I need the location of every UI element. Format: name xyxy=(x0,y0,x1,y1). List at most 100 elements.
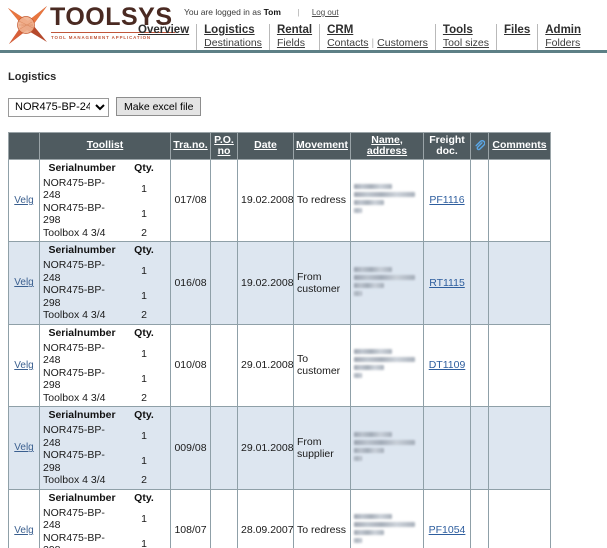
toollist-header-serial: Serialnumber xyxy=(48,161,116,174)
cell-tra-no: 108/07 xyxy=(170,488,211,548)
toollist-item-qty: 1 xyxy=(141,265,147,278)
redacted-line xyxy=(354,455,362,461)
nav-item-fields[interactable]: Fields xyxy=(277,37,305,50)
table-row: Velg Serialnumber Qty. NOR475-BP-248 1 NOR475… xyxy=(8,158,551,242)
toollist-item-qty: 1 xyxy=(141,512,147,525)
table-row: Velg Serialnumber Qty. NOR475-BP-248 1 NOR475… xyxy=(8,241,551,325)
nav-group-rental[interactable]: Rental Fields xyxy=(268,24,319,50)
cell-po-no xyxy=(210,488,238,548)
nav-item-files[interactable]: Files xyxy=(504,24,530,37)
toollist-item-row: Toolbox 4 3/4 2 xyxy=(43,227,167,240)
cell-po-no xyxy=(210,323,238,407)
toollist-header-row: Serialnumber Qty. xyxy=(43,327,167,342)
redacted-line xyxy=(354,266,393,272)
redacted-line xyxy=(354,522,415,528)
cell-toollist: Serialnumber Qty. NOR475-BP-248 1 NOR475-BP-… xyxy=(39,323,171,407)
cell-toollist: Serialnumber Qty. NOR475-BP-248 1 NOR475-BP-… xyxy=(39,406,171,490)
nav-item-rental[interactable]: Rental xyxy=(277,24,312,37)
select-row-link[interactable]: Velg xyxy=(14,195,33,206)
select-row-link[interactable]: Velg xyxy=(14,525,33,536)
nav-item-logistics[interactable]: Logistics xyxy=(204,24,254,37)
cell-name-address xyxy=(350,241,424,325)
cell-name-address xyxy=(350,323,424,407)
session-divider: | xyxy=(297,7,300,17)
toollist-header-row: Serialnumber Qty. xyxy=(43,244,167,259)
cell-date: 19.02.2008 xyxy=(237,241,294,325)
toollist-item-serial: NOR475-BP-248 xyxy=(43,506,105,532)
nav-group-files[interactable]: Files xyxy=(496,24,537,50)
col-header-movement-label[interactable]: Movement xyxy=(296,139,348,151)
toollist-item-serial: Toolbox 4 3/4 xyxy=(43,309,106,321)
nav-group-overview[interactable]: Overview xyxy=(136,24,196,50)
col-header-tra-no: Tra.no. xyxy=(170,131,211,160)
table-row: Velg Serialnumber Qty. NOR475-BP-248 1 NOR475… xyxy=(8,406,551,490)
nav-item-overview[interactable]: Overview xyxy=(138,24,189,37)
nav-item-admin[interactable]: Admin xyxy=(545,24,581,37)
toollist-item-serial: NOR475-BP-248 xyxy=(43,259,105,284)
freight-doc-link[interactable]: RT1115 xyxy=(429,277,465,289)
redacted-line xyxy=(354,447,385,453)
toollist-item-serial: NOR475-BP-298 xyxy=(43,449,105,474)
select-row-link[interactable]: Velg xyxy=(14,442,33,453)
toollist-item-serial: NOR475-BP-248 xyxy=(43,176,105,202)
cell-tra-no: 010/08 xyxy=(170,323,211,407)
make-excel-file-button[interactable]: Make excel file xyxy=(116,97,202,117)
col-header-date-label[interactable]: Date xyxy=(254,139,277,151)
redacted-line xyxy=(354,200,385,206)
toollist-item-row: NOR475-BP-298 1 xyxy=(43,202,167,227)
nav-item-crm[interactable]: CRM xyxy=(327,24,353,37)
cell-attachment xyxy=(470,323,489,407)
toollist-item-qty: 1 xyxy=(141,455,147,468)
toollist-item-serial: NOR475-BP-248 xyxy=(43,424,105,449)
nav-item-contacts[interactable]: Contacts xyxy=(327,37,368,50)
nav-group-logistics[interactable]: Logistics Destinations xyxy=(196,24,269,50)
col-header-po-no: P.O. no xyxy=(210,131,238,160)
toollist-header-qty: Qty. xyxy=(134,326,154,339)
nav-item-tools[interactable]: Tools xyxy=(443,24,473,37)
toollist-item-serial: Toolbox 4 3/4 xyxy=(43,474,106,486)
nav-group-tools[interactable]: Tools Tool sizes xyxy=(434,24,496,50)
col-header-po-no-label[interactable]: P.O. no xyxy=(214,134,234,157)
current-user: Tom xyxy=(263,7,281,17)
col-header-name-address-label[interactable]: Name, address xyxy=(367,134,407,157)
logout-link[interactable]: Log out xyxy=(312,8,339,17)
redacted-line xyxy=(354,357,415,363)
nav-sub-rental: Fields xyxy=(277,37,305,50)
nav-group-admin[interactable]: Admin Folders xyxy=(537,24,588,50)
cell-attachment xyxy=(470,241,489,325)
nav-group-crm[interactable]: CRM Contacts | Customers xyxy=(319,24,435,50)
col-header-tra-no-label[interactable]: Tra.no. xyxy=(173,139,207,151)
redacted-line xyxy=(354,192,415,198)
redacted-address xyxy=(354,184,420,214)
select-row-link[interactable]: Velg xyxy=(14,360,33,371)
col-header-toollist: Toollist xyxy=(39,131,171,160)
nav-item-folders[interactable]: Folders xyxy=(545,37,580,50)
toollist-item-qty: 1 xyxy=(141,347,147,360)
toollist-item-row: NOR475-BP-248 1 xyxy=(43,342,167,367)
nav-item-tool-sizes[interactable]: Tool sizes xyxy=(443,37,489,50)
col-header-freight-doc: Freight doc. xyxy=(423,131,471,160)
toollist-item-qty: 2 xyxy=(141,226,147,239)
select-row-link[interactable]: Velg xyxy=(14,277,33,288)
freight-doc-link[interactable]: DT1109 xyxy=(429,359,466,371)
freight-doc-link[interactable]: PF1116 xyxy=(429,194,464,206)
toollist-filter-select[interactable]: NOR475-BP-248 xyxy=(8,97,109,117)
cell-freight-doc: DT1109 xyxy=(423,323,471,407)
nav-item-destinations[interactable]: Destinations xyxy=(204,37,262,50)
col-header-comments-label[interactable]: Comments xyxy=(492,139,546,151)
nav-item-customers[interactable]: Customers xyxy=(377,37,428,50)
toollist-item-serial: NOR475-BP-298 xyxy=(43,284,105,309)
nav-sub-divider: | xyxy=(371,38,375,49)
redacted-line xyxy=(354,282,385,288)
cell-toollist: Serialnumber Qty. NOR475-BP-248 1 NOR475-BP-… xyxy=(39,241,171,325)
freight-doc-link[interactable]: PF1054 xyxy=(429,524,466,536)
toollist-header-row: Serialnumber Qty. xyxy=(43,409,167,424)
toollist-item-qty: 1 xyxy=(141,430,147,443)
nav-sub-tools: Tool sizes xyxy=(443,37,489,50)
col-header-toollist-label[interactable]: Toollist xyxy=(87,139,124,151)
col-header-name-address: Name, address xyxy=(350,131,424,160)
toollist-item-serial: Toolbox 4 3/4 xyxy=(43,226,106,239)
cell-po-no xyxy=(210,158,238,242)
col-header-freight-doc-label: Freight doc. xyxy=(429,133,465,157)
toollist-item-serial: NOR475-BP-298 xyxy=(43,366,105,392)
